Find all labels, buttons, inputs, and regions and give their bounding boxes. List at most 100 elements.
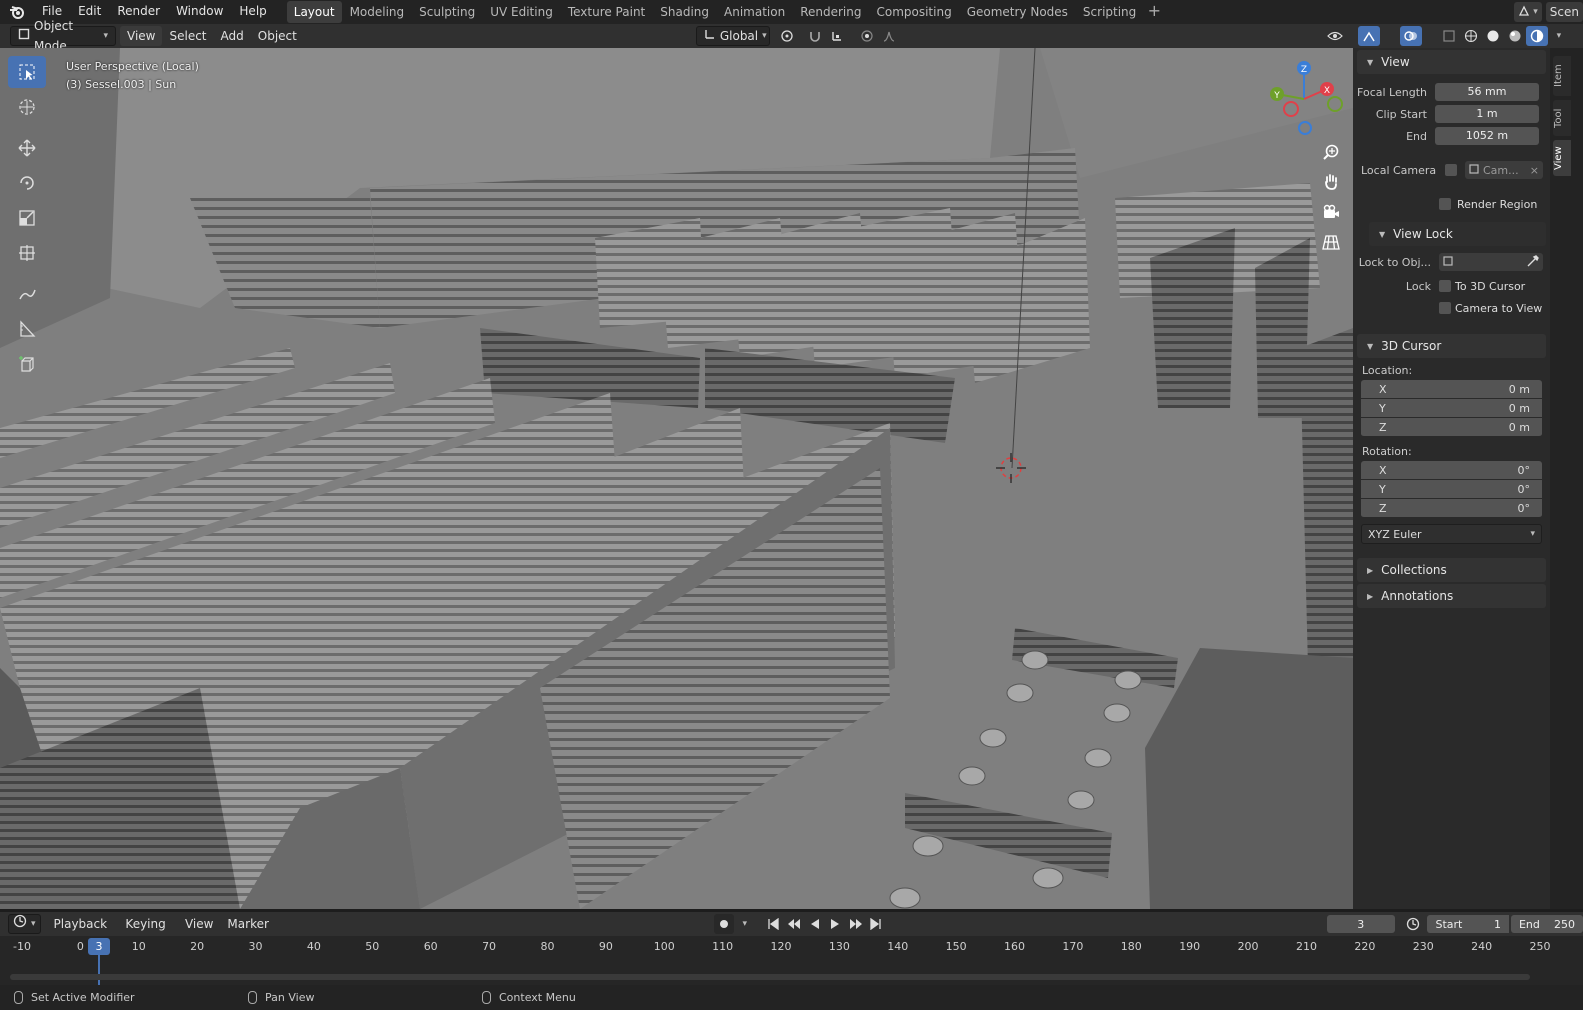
shading-rendered-icon[interactable]	[1525, 26, 1548, 46]
auto-keying-icon[interactable]	[713, 914, 735, 934]
focal-length-field[interactable]: 56 mm	[1435, 83, 1539, 101]
cursor-rotation-x-field[interactable]: X 0°	[1361, 461, 1542, 480]
cursor-location-x-field[interactable]: X 0 m	[1361, 380, 1542, 399]
transform-orientation-dropdown[interactable]: Global ▾	[695, 26, 770, 46]
visibility-icon[interactable]	[1324, 26, 1346, 46]
jump-to-start-icon[interactable]	[763, 914, 784, 934]
playhead-frame-indicator[interactable]: 3	[88, 938, 110, 955]
jump-to-keyframe-forward-icon[interactable]	[845, 914, 866, 934]
start-frame-field[interactable]: Start 1	[1427, 915, 1509, 933]
overlays-toggle-icon[interactable]	[1399, 26, 1422, 46]
transform-tool-icon[interactable]	[8, 237, 46, 269]
tab-compositing[interactable]: Compositing	[869, 1, 958, 23]
editor-type-dropdown[interactable]: ▾	[8, 914, 41, 934]
cursor-rotation-z-field[interactable]: Z 0°	[1361, 499, 1542, 518]
sidebar-tab-tool[interactable]: Tool	[1553, 100, 1571, 136]
snap-icon[interactable]	[804, 26, 826, 46]
tab-sculpting[interactable]: Sculpting	[412, 1, 482, 23]
menu-keying[interactable]: Keying ▾	[118, 914, 178, 951]
tab-animation[interactable]: Animation	[717, 1, 792, 23]
keying-options-icon[interactable]: ▾	[734, 914, 755, 934]
select-box-tool[interactable]	[8, 56, 46, 88]
xray-icon[interactable]	[1438, 26, 1460, 46]
cursor-location-z-field[interactable]: Z 0 m	[1361, 418, 1542, 437]
add-workspace-button[interactable]: +	[1144, 2, 1164, 22]
end-frame-field[interactable]: End 250	[1510, 915, 1583, 933]
menu-window[interactable]: Window	[168, 0, 231, 24]
sidebar-tab-item[interactable]: Item	[1553, 56, 1571, 96]
tab-scripting[interactable]: Scripting	[1076, 1, 1143, 23]
menu-timeline-view[interactable]: View	[178, 914, 220, 934]
annotations-panel-header[interactable]: ▶ Annotations	[1357, 584, 1546, 608]
clip-end-field[interactable]: 1052 m	[1435, 127, 1539, 145]
shading-options-icon[interactable]: ▾	[1548, 26, 1570, 46]
add-cube-tool-icon[interactable]	[8, 348, 46, 380]
camera-view-icon[interactable]	[1319, 200, 1343, 224]
tab-layout[interactable]: Layout	[286, 1, 342, 23]
falloff-icon[interactable]	[878, 26, 900, 46]
navigation-gizmo[interactable]: Z X Y	[1259, 54, 1349, 144]
menu-render[interactable]: Render	[109, 0, 168, 24]
tab-modeling[interactable]: Modeling	[343, 1, 412, 23]
collections-panel-header[interactable]: ▶ Collections	[1357, 558, 1546, 582]
proportional-editing-icon[interactable]	[856, 26, 878, 46]
camera-to-view-checkbox[interactable]	[1439, 302, 1451, 314]
local-camera-checkbox[interactable]	[1445, 164, 1457, 176]
blender-logo-icon[interactable]	[0, 0, 34, 24]
eyedropper-icon[interactable]	[1527, 254, 1539, 270]
object-mode-dropdown[interactable]: Object Mode ▾	[10, 19, 116, 53]
menu-help[interactable]: Help	[231, 0, 274, 24]
measure-tool-icon[interactable]	[8, 313, 46, 345]
sidebar-tab-view[interactable]: View	[1553, 140, 1571, 176]
3d-viewport[interactable]: User Perspective (Local) (3) Sessel.003 …	[0, 48, 1353, 909]
view-panel-header[interactable]: ▼ View	[1357, 50, 1546, 74]
playhead-line[interactable]	[98, 955, 100, 985]
rotation-mode-dropdown[interactable]: XYZ Euler ▾	[1361, 524, 1542, 544]
cursor-location-y-field[interactable]: Y 0 m	[1361, 399, 1542, 418]
pivot-point-icon[interactable]	[776, 26, 798, 46]
zoom-icon[interactable]	[1319, 140, 1343, 164]
scene-browse-button[interactable]: ▾	[1514, 2, 1542, 22]
cursor-tool-icon[interactable]	[8, 91, 46, 123]
annotate-tool-icon[interactable]	[8, 278, 46, 310]
menu-marker[interactable]: Marker	[220, 914, 275, 934]
3d-cursor-panel-header[interactable]: ▼ 3D Cursor	[1357, 334, 1546, 358]
local-camera-field[interactable]: Cam... ×	[1465, 161, 1543, 179]
rotate-tool-icon[interactable]	[8, 167, 46, 199]
scene-name-field[interactable]: Scen	[1545, 2, 1583, 22]
close-icon[interactable]: ×	[1530, 164, 1539, 177]
play-icon[interactable]	[825, 914, 846, 934]
gizmo-toggle-icon[interactable]	[1357, 26, 1380, 46]
timeline-scrollbar[interactable]	[10, 974, 1530, 980]
menu-view[interactable]: View	[120, 26, 163, 46]
snap-target-icon[interactable]	[826, 26, 848, 46]
cursor-rotation-y-field[interactable]: Y 0°	[1361, 480, 1542, 499]
scale-tool-icon[interactable]	[8, 202, 46, 234]
jump-to-end-icon[interactable]	[866, 914, 887, 934]
view-lock-subpanel-header[interactable]: ▼ View Lock	[1369, 222, 1546, 246]
tab-uv-editing[interactable]: UV Editing	[483, 1, 560, 23]
shading-material-icon[interactable]	[1504, 26, 1526, 46]
tab-rendering[interactable]: Rendering	[793, 1, 868, 23]
tab-shading[interactable]: Shading	[653, 1, 716, 23]
play-reverse-icon[interactable]	[804, 914, 825, 934]
jump-to-keyframe-back-icon[interactable]	[784, 914, 805, 934]
timeline-ruler[interactable]: -10 0 10 20 30 40 50 60 70 80 90 100 110 120 130 140 150…	[0, 936, 1583, 985]
tab-geometry-nodes[interactable]: Geometry Nodes	[960, 1, 1075, 23]
shading-solid-icon[interactable]	[1482, 26, 1504, 46]
tab-texture-paint[interactable]: Texture Paint	[561, 1, 652, 23]
move-tool-icon[interactable]	[8, 132, 46, 164]
menu-add[interactable]: Add	[214, 26, 251, 46]
lock-object-field[interactable]	[1439, 253, 1543, 271]
menu-select[interactable]: Select	[162, 26, 213, 46]
shading-wireframe-icon[interactable]	[1460, 26, 1482, 46]
perspective-grid-icon[interactable]	[1319, 230, 1343, 254]
preview-range-icon[interactable]	[1403, 914, 1424, 934]
menu-object[interactable]: Object	[251, 26, 304, 46]
menu-playback[interactable]: Playback ▾	[47, 914, 119, 951]
pan-hand-icon[interactable]	[1319, 170, 1343, 194]
to-3d-cursor-checkbox[interactable]	[1439, 280, 1451, 292]
render-region-checkbox[interactable]	[1439, 198, 1451, 210]
current-frame-field[interactable]: 3	[1326, 915, 1395, 933]
clip-start-field[interactable]: 1 m	[1435, 105, 1539, 123]
